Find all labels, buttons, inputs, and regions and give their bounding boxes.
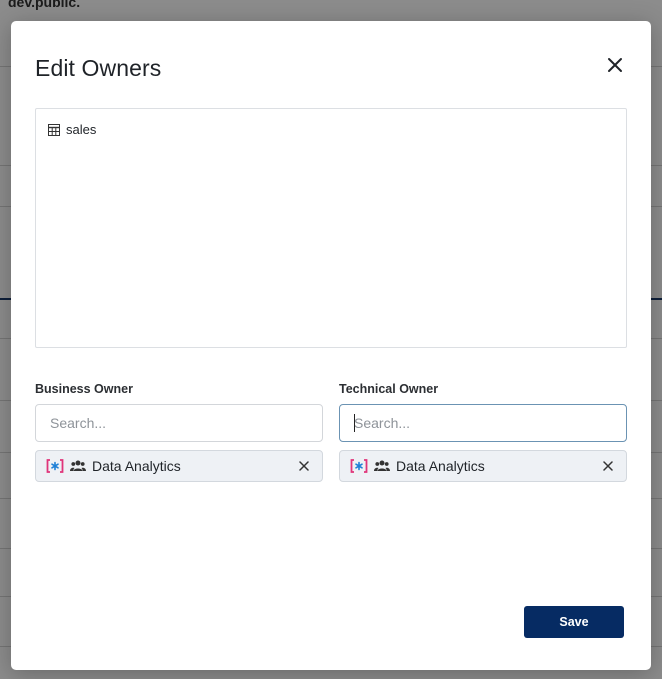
- asset-name: sales: [66, 122, 97, 137]
- text-cursor: [354, 414, 355, 432]
- close-icon: [603, 461, 613, 471]
- close-icon: [608, 58, 622, 72]
- technical-owner-search-input[interactable]: [339, 404, 627, 442]
- close-icon: [299, 461, 309, 471]
- group-icon: [374, 460, 390, 471]
- remove-owner-button[interactable]: [600, 458, 616, 474]
- business-owner-label: Business Owner: [35, 382, 133, 396]
- datahub-bracket-icon: [350, 459, 368, 473]
- owner-name: Data Analytics: [396, 458, 485, 474]
- save-button[interactable]: Save: [524, 606, 624, 638]
- selected-assets-list: sales: [35, 108, 627, 348]
- close-button[interactable]: [602, 52, 628, 78]
- business-owner-search-input[interactable]: [35, 404, 323, 442]
- business-owner-chip: Data Analytics: [35, 450, 323, 482]
- modal-title: Edit Owners: [35, 55, 162, 81]
- owner-name: Data Analytics: [92, 458, 181, 474]
- datahub-bracket-icon: [46, 459, 64, 473]
- list-item: sales: [48, 122, 96, 137]
- edit-owners-modal: Edit Owners sales Business Owner Search.…: [11, 21, 651, 670]
- table-icon: [48, 123, 60, 136]
- remove-owner-button[interactable]: [296, 458, 312, 474]
- technical-owner-label: Technical Owner: [339, 382, 439, 396]
- group-icon: [70, 460, 86, 471]
- technical-owner-chip: Data Analytics: [339, 450, 627, 482]
